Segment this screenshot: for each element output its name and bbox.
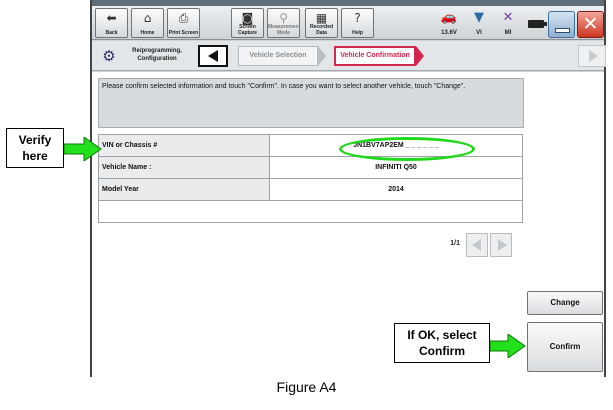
vin-label: VIN or Chassis # [98, 134, 270, 157]
screen-capture-label: Screen Capture [238, 24, 257, 36]
breadcrumb-title: Re/programming, Configuration [132, 48, 182, 62]
print-screen-label: Print Screen [168, 30, 199, 36]
breadcrumb-step-vehicle-confirmation: Vehicle Confirmation [334, 46, 416, 66]
vehicle-name-label: Vehicle Name : [98, 156, 270, 179]
close-icon: ✕ [582, 13, 599, 35]
confirm-arrow-icon [490, 334, 526, 358]
arrow-left-icon [208, 50, 218, 62]
confirm-button[interactable]: Confirm [527, 322, 603, 372]
help-button-label: Help [352, 30, 363, 36]
verify-arrow-icon [64, 137, 102, 161]
confirm-callout-line1: If OK, select [407, 328, 477, 342]
breadcrumb: ⚙ Re/programming, Configuration Vehicle … [92, 41, 606, 71]
mi-status: ✕ MI [495, 10, 521, 38]
vehicle-voltage-status: 🚗 13.6V [436, 10, 462, 38]
page-indicator: 1/1 [450, 240, 460, 247]
back-button-label: Back [105, 30, 118, 36]
breadcrumb-separator [416, 46, 424, 66]
voltage-label: 13.6V [441, 30, 457, 36]
verify-line2: here [22, 149, 48, 163]
breadcrumb-separator [318, 46, 326, 66]
mi-label: MI [504, 30, 512, 36]
recorded-data-label: Recorded Data [309, 24, 334, 36]
disconnected-icon: ✕ [502, 10, 514, 25]
back-arrow-icon: ⬅ [106, 11, 117, 25]
help-button[interactable]: ? Help [341, 8, 374, 38]
breadcrumb-forward-button[interactable] [578, 45, 606, 67]
car-icon: 🚗 [440, 10, 458, 25]
confirm-callout-line2: Confirm [419, 344, 465, 358]
home-icon: ⌂ [143, 11, 152, 25]
home-button[interactable]: ⌂ Home [131, 8, 164, 38]
close-button[interactable]: ✕ [577, 11, 604, 38]
battery-icon [528, 20, 547, 28]
printer-icon: ⎙ [178, 11, 189, 25]
signal-icon: ▼ [474, 10, 484, 25]
vi-label: VI [476, 30, 482, 36]
arrow-left-icon [472, 239, 481, 251]
confirm-callout: If OK, select Confirm [394, 323, 490, 363]
verify-line1: Verify [18, 133, 52, 147]
model-year-label: Model Year [98, 178, 270, 201]
instruction-text: Please confirm selected information and … [98, 78, 524, 128]
main-content: Please confirm selected information and … [92, 72, 604, 377]
model-year-value: 2014 [269, 178, 523, 201]
empty-cell [98, 200, 523, 223]
table-row-empty [98, 200, 523, 223]
recorded-data-button[interactable]: ▦ Recorded Data [305, 8, 338, 38]
consult-app-window: ⬅ Back ⌂ Home ⎙ Print Screen ◙ Screen Ca… [90, 0, 606, 377]
back-button[interactable]: ⬅ Back [95, 8, 128, 38]
figure-caption: Figure A4 [276, 379, 337, 395]
toolbar: ⬅ Back ⌂ Home ⎙ Print Screen ◙ Screen Ca… [92, 6, 604, 40]
home-button-label: Home [140, 30, 155, 36]
breadcrumb-step-vehicle-selection[interactable]: Vehicle Selection [238, 46, 318, 66]
pager: 1/1 [426, 233, 526, 257]
reprogramming-icon: ⚙ [102, 47, 116, 65]
vi-status: ▼ VI [466, 10, 492, 38]
change-button[interactable]: Change [527, 291, 603, 315]
breadcrumb-back-button[interactable] [198, 45, 228, 67]
minimize-button[interactable] [548, 11, 575, 38]
page-prev-button[interactable] [466, 233, 488, 257]
vin-highlight-ellipse [339, 137, 475, 161]
arrow-right-icon [498, 239, 507, 251]
print-screen-button[interactable]: ⎙ Print Screen [167, 8, 200, 38]
page-next-button[interactable] [490, 233, 512, 257]
measurement-mode-button[interactable]: ⚲ Measurement Mode [267, 8, 300, 38]
help-icon: ? [354, 11, 361, 25]
arrow-right-icon [589, 50, 598, 62]
screen-capture-button[interactable]: ◙ Screen Capture [231, 8, 264, 38]
table-row: Model Year 2014 [98, 178, 523, 201]
table-row: Vehicle Name : INFINITI Q50 [98, 156, 523, 179]
measurement-mode-label: Measurement Mode [268, 24, 301, 36]
verify-callout: Verify here [6, 128, 64, 168]
